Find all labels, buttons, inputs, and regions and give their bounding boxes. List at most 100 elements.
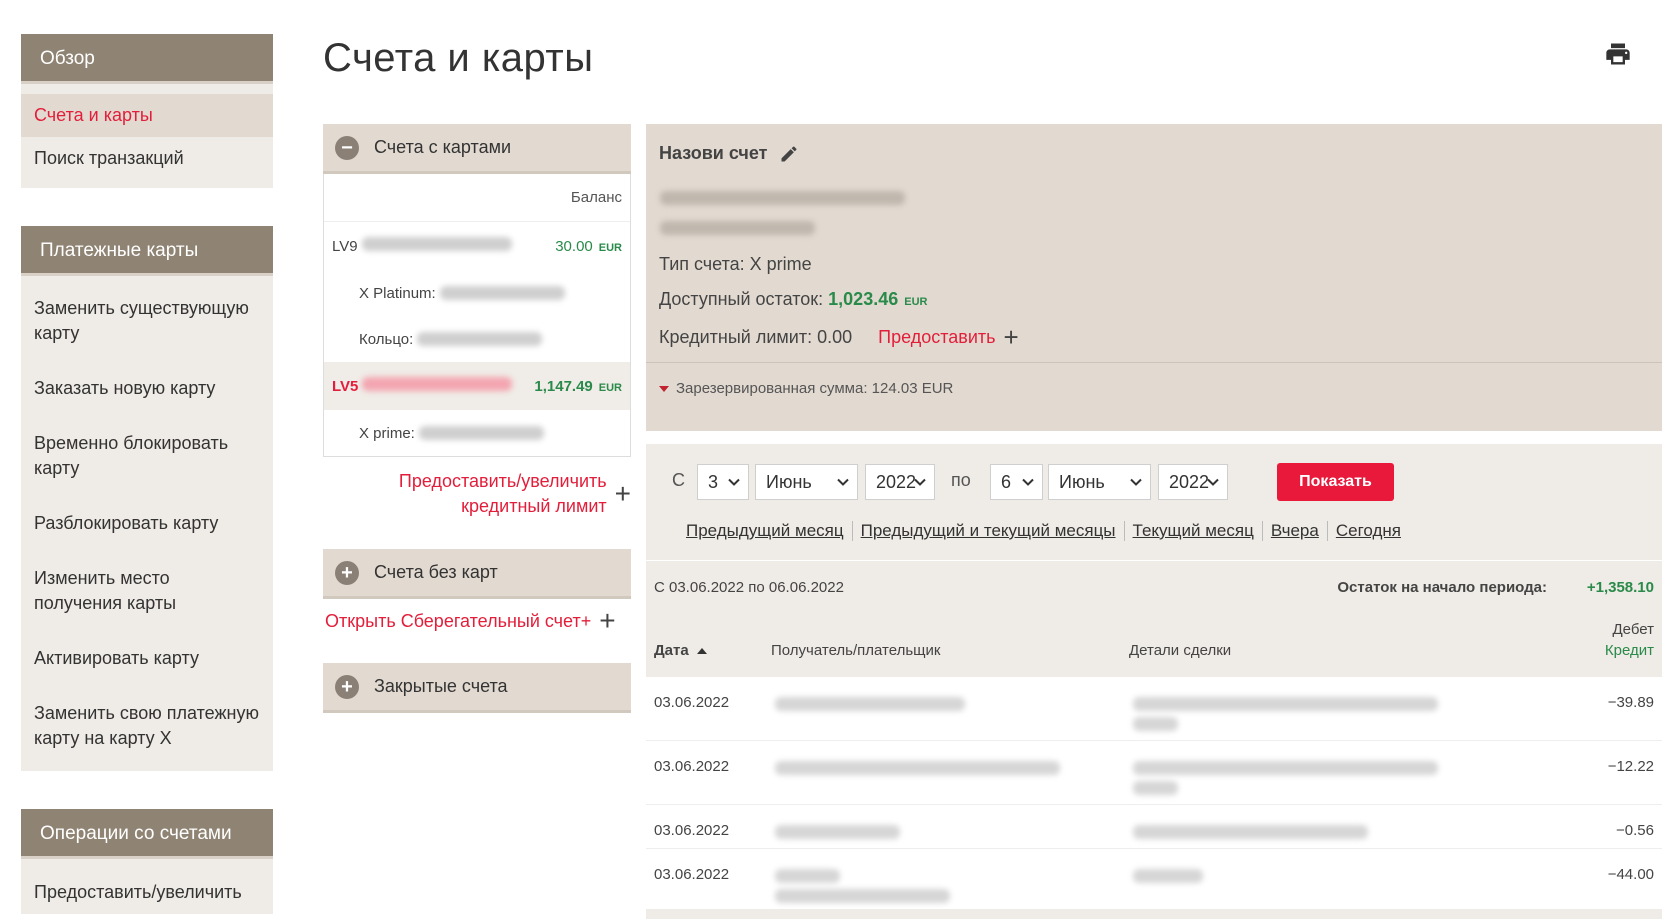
card-label: X Platinum: [359, 284, 436, 302]
sort-ascending-icon [696, 648, 707, 655]
account-row-selected[interactable]: LV5 1,147.49 EUR [324, 362, 630, 410]
account-type: Тип счета: X prime [659, 254, 812, 274]
quick-period-links: Предыдущий месяц Предыдущий и текущий ме… [686, 521, 1409, 541]
nav-item-switch-card[interactable]: Заменить свою платежную карту на карту X [21, 693, 273, 759]
closed-accounts-title: Закрытые счета [374, 676, 508, 696]
accounts-without-cards-title: Счета без карт [374, 562, 498, 582]
credit-limit-link-text: Предоставить/увеличить кредитный лимит [398, 471, 607, 516]
table-row[interactable]: 03.06.2022 −44.00 [646, 849, 1662, 909]
masked-iban [660, 191, 905, 205]
column-date[interactable]: Дата [654, 642, 707, 659]
nav-overview-title: Обзор [21, 34, 273, 84]
available-balance-currency: EUR [904, 296, 928, 308]
available-balance: Доступный остаток: 1,023.46 EUR [659, 289, 927, 310]
masked-party [775, 889, 950, 903]
closed-accounts-header[interactable]: + Закрытые счета [323, 663, 631, 713]
account-prefix: LV5 [332, 378, 359, 395]
nav-item-transaction-search[interactable]: Поиск транзакций [21, 137, 273, 180]
card-row[interactable]: X Platinum: [324, 270, 630, 316]
column-date-label: Дата [654, 642, 689, 659]
column-debit: Дебет [1612, 621, 1654, 638]
nav-item-grant-increase[interactable]: Предоставить/увеличить [21, 871, 273, 914]
chevron-down-icon [1130, 478, 1142, 486]
transaction-amount: −0.56 [1616, 822, 1654, 839]
accounts-table-header: Баланс [324, 174, 630, 222]
masked-card-number [439, 286, 565, 300]
credit-limit-link[interactable]: Предоставить/увеличить кредитный лимит + [323, 469, 631, 519]
from-year-select[interactable]: 2022 [865, 464, 935, 500]
open-savings-link[interactable]: Открыть Сберегательный счет+ + [323, 599, 631, 643]
masked-details [1133, 761, 1438, 775]
caret-down-icon [659, 385, 669, 392]
account-row[interactable]: LV9 30.00 EUR [324, 222, 630, 270]
accounts-without-cards-header[interactable]: + Счета без карт [323, 549, 631, 599]
table-row[interactable]: 03.06.2022 −39.89 [646, 677, 1662, 741]
nav-item-order-card[interactable]: Заказать новую карту [21, 368, 273, 409]
accounts-with-cards-title: Счета с картами [374, 137, 512, 157]
opening-balance-value: +1,358.10 [1586, 579, 1654, 596]
to-month-select[interactable]: Июнь [1048, 464, 1151, 500]
opening-balance-label: Остаток на начало периода: [1337, 579, 1547, 596]
link-yesterday[interactable]: Вчера [1261, 521, 1327, 541]
nav-item-unblock-card[interactable]: Разблокировать карту [21, 503, 273, 544]
reserved-amount-toggle[interactable]: Зарезервированная сумма: 124.03 EUR [659, 380, 953, 397]
masked-party [775, 869, 840, 883]
masked-card-number [418, 426, 544, 440]
nav-operations: Операции со счетами Предоставить/увеличи… [21, 809, 273, 914]
print-icon[interactable] [1604, 40, 1632, 68]
link-previous-and-current-month[interactable]: Предыдущий и текущий месяцы [851, 521, 1124, 541]
pencil-icon[interactable] [779, 144, 799, 164]
link-today[interactable]: Сегодня [1326, 521, 1409, 541]
chevron-down-icon [914, 478, 926, 486]
masked-details [1133, 825, 1368, 839]
account-prefix: LV9 [332, 238, 358, 255]
plus-icon[interactable]: + [1004, 324, 1019, 350]
chevron-down-icon [1022, 478, 1034, 486]
masked-details [1133, 781, 1178, 795]
card-row[interactable]: Кольцо: [324, 316, 630, 362]
table-row[interactable]: 03.06.2022 −0.56 [646, 805, 1662, 849]
account-balance: 1,147.49 [534, 377, 593, 395]
masked-holder [660, 221, 815, 235]
plus-icon: + [614, 478, 631, 509]
accounts-with-cards-header[interactable]: − Счета с картами [323, 124, 631, 174]
link-previous-month[interactable]: Предыдущий месяц [686, 521, 852, 541]
show-button[interactable]: Показать [1277, 463, 1394, 501]
link-current-month[interactable]: Текущий месяц [1123, 521, 1262, 541]
available-balance-label: Доступный остаток: [659, 289, 824, 309]
transaction-amount: −12.22 [1607, 758, 1654, 775]
column-details: Детали сделки [1129, 642, 1232, 659]
transactions: С 03.06.2022 по 06.06.2022 Остаток на на… [646, 561, 1662, 919]
from-month-select[interactable]: Июнь [755, 464, 858, 500]
transaction-amount: −39.89 [1607, 694, 1654, 711]
credit-limit: Кредитный лимит: 0.00 Предоставить + [659, 324, 1019, 350]
accounts-table: Баланс LV9 30.00 EUR X Platinum: Кольцо: … [323, 174, 631, 457]
nav-cards-title: Платежные карты [21, 226, 273, 276]
table-row[interactable]: 03.06.2022 −12.22 [646, 741, 1662, 805]
nav-item-accounts-cards[interactable]: Счета и карты [21, 94, 273, 137]
chevron-down-icon [1207, 478, 1219, 486]
to-day-select[interactable]: 6 [990, 464, 1043, 500]
grant-credit-link[interactable]: Предоставить [878, 327, 995, 348]
from-label: С [672, 470, 685, 490]
date-filter: С 3 Июнь 2022 по 6 Июнь 2022 Показать Пр… [646, 444, 1662, 560]
accounts-column: − Счета с картами Баланс LV9 30.00 EUR X … [323, 124, 631, 713]
nav-item-replace-card[interactable]: Заменить существующую карту [21, 288, 273, 354]
card-row[interactable]: X prime: [324, 410, 630, 456]
account-details: Назови счет Тип счета: X prime Доступный… [646, 124, 1662, 431]
left-navigation: Обзор Счета и карты Поиск транзакций Пла… [21, 34, 273, 919]
masked-account-number [362, 377, 513, 391]
to-day-value: 6 [1001, 471, 1012, 492]
collapse-minus-icon: − [335, 135, 359, 160]
to-year-select[interactable]: 2022 [1158, 464, 1228, 500]
transaction-date: 03.06.2022 [654, 694, 730, 711]
nav-item-change-pickup[interactable]: Изменить место получения карты [21, 558, 273, 624]
expand-plus-icon: + [335, 674, 359, 699]
nav-item-activate-card[interactable]: Активировать карту [21, 638, 273, 679]
nav-item-block-card[interactable]: Временно блокировать карту [21, 423, 273, 489]
divider [646, 362, 1662, 363]
account-currency: EUR [598, 241, 622, 254]
from-day-select[interactable]: 3 [697, 464, 749, 500]
from-day-value: 3 [708, 471, 719, 492]
account-name: Назови счет [659, 143, 799, 164]
